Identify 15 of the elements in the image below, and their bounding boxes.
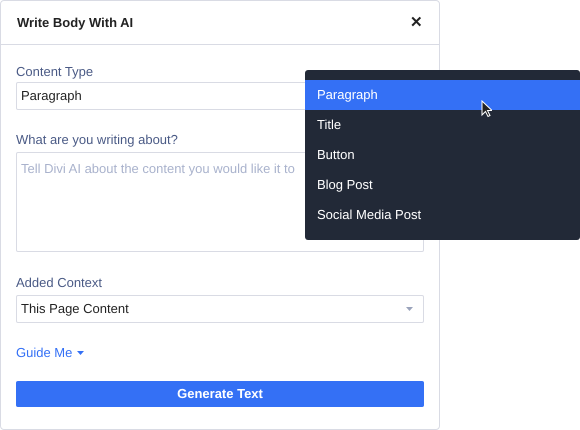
field-label: Added Context: [16, 274, 104, 292]
close-button[interactable]: ✕: [410, 15, 423, 30]
select-value: Paragraph: [21, 87, 82, 106]
guide-me-link[interactable]: Guide Me: [16, 343, 84, 362]
added-context-select[interactable]: This Page Content: [16, 295, 424, 323]
caret-icon: [77, 350, 84, 355]
generate-text-button[interactable]: Generate Text: [16, 380, 424, 406]
caret-icon: [406, 307, 413, 311]
dialog-title: Write Body With AI: [17, 14, 134, 32]
dropdown-option[interactable]: Title: [305, 110, 580, 140]
field-label: What are you writing about?: [16, 131, 179, 149]
field-label: Content Type: [16, 63, 94, 81]
select-value: This Page Content: [21, 300, 129, 318]
cursor-icon: [481, 100, 492, 118]
dropdown-option[interactable]: Paragraph: [305, 80, 580, 110]
